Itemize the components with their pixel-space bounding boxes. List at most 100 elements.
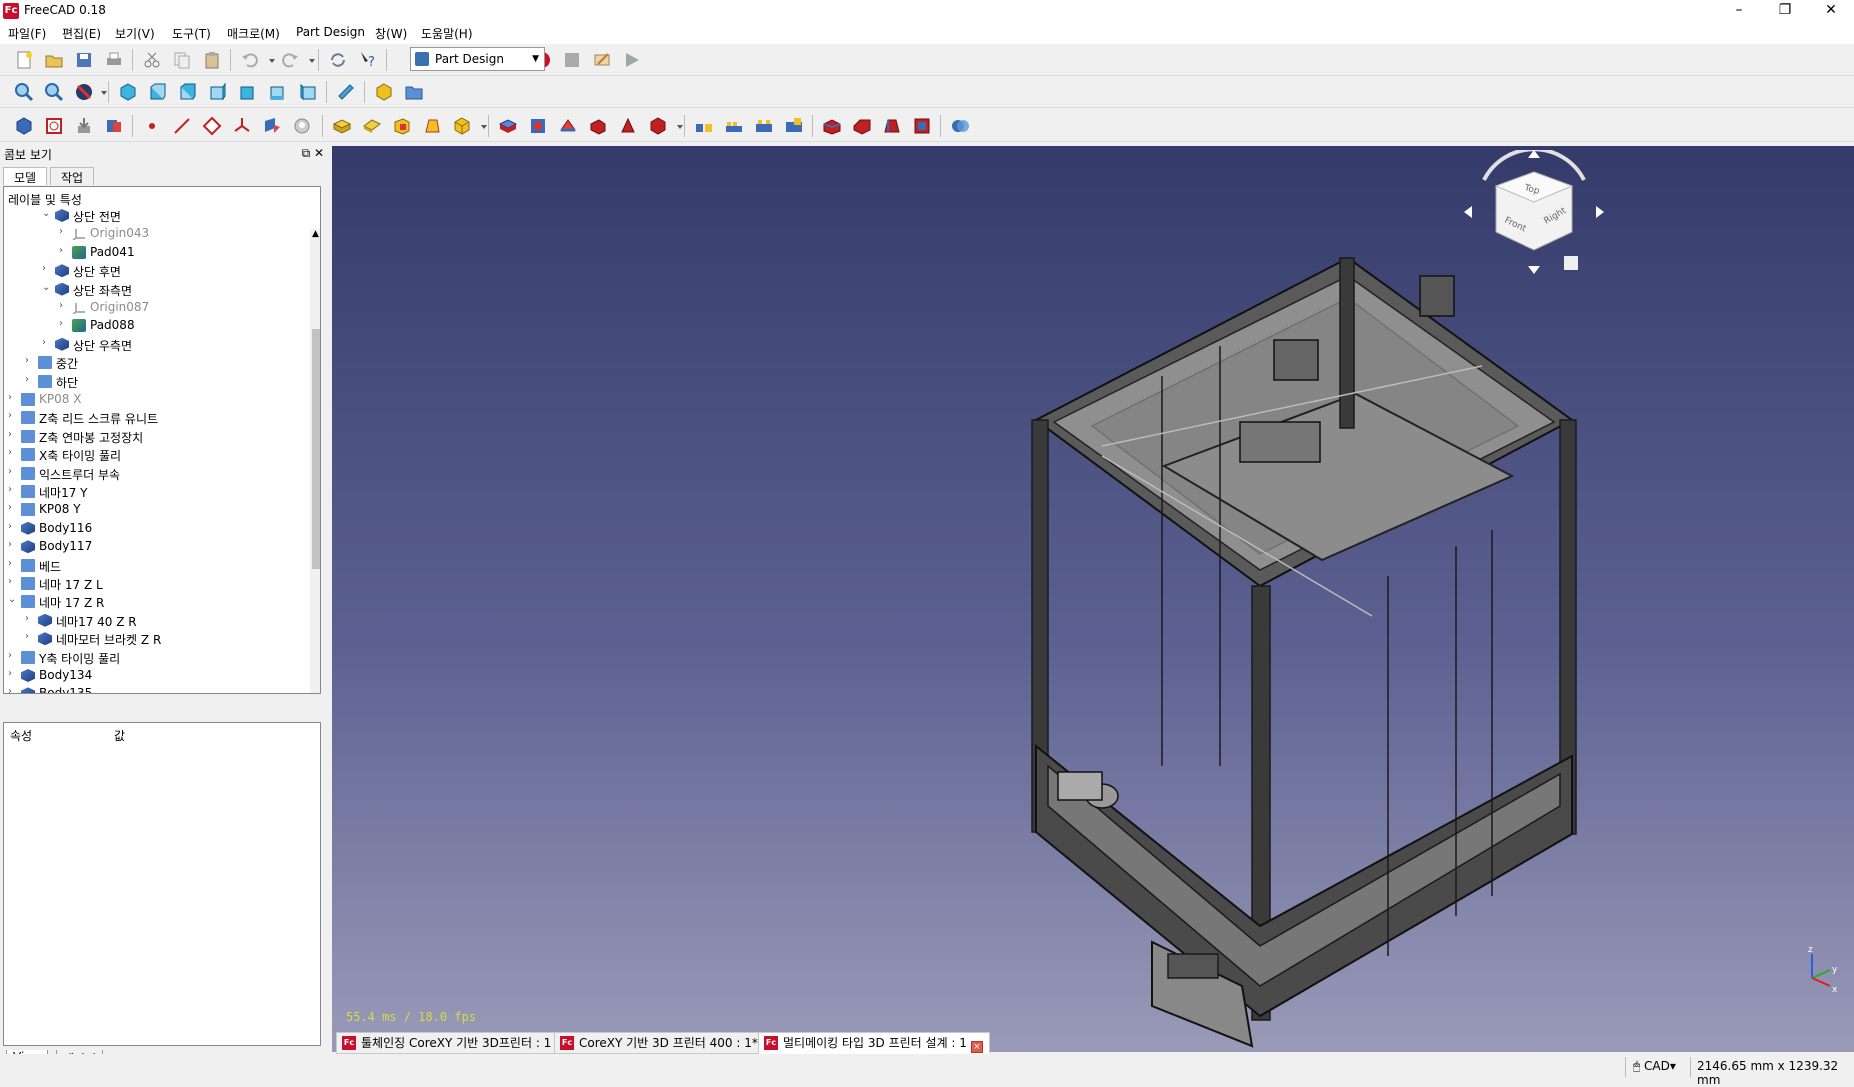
thickness-icon[interactable] (910, 114, 934, 138)
chevron-right-icon[interactable]: › (8, 447, 18, 458)
tab-tasks[interactable]: 작업 (50, 167, 95, 185)
chevron-right-icon[interactable]: › (42, 263, 52, 274)
chevron-right-icon[interactable]: › (59, 226, 69, 237)
chevron-right-icon[interactable]: › (8, 521, 18, 532)
view-right-icon[interactable] (206, 80, 230, 104)
pocket-feature-icon[interactable] (496, 114, 520, 138)
chevron-right-icon[interactable]: › (8, 466, 18, 477)
tree-item[interactable]: › Body116 (4, 520, 304, 538)
tree-item[interactable]: › Pad088 (4, 317, 304, 335)
tree-item[interactable]: › KP08 X (4, 391, 304, 409)
chevron-right-icon[interactable]: › (8, 392, 18, 403)
chevron-right-icon[interactable]: › (42, 337, 52, 348)
tree-item[interactable]: › KP08 Y (4, 501, 304, 519)
undo-icon[interactable] (238, 48, 262, 72)
view-rear-icon[interactable] (236, 80, 260, 104)
additive-primitive-dropdown-icon[interactable] (472, 114, 496, 138)
chevron-right-icon[interactable]: › (25, 613, 35, 624)
chevron-right-icon[interactable]: › (8, 650, 18, 661)
print-icon[interactable] (102, 48, 126, 72)
view-left-icon[interactable] (296, 80, 320, 104)
create-group-icon[interactable] (402, 80, 426, 104)
tree-item[interactable]: › Y축 타이밍 풀리 (4, 649, 304, 667)
chevron-right-icon[interactable]: › (8, 484, 18, 495)
measure-distance-icon[interactable] (334, 80, 358, 104)
menu-macro[interactable]: 매크로(M) (227, 25, 280, 42)
chevron-right-icon[interactable]: › (8, 502, 18, 513)
chevron-right-icon[interactable]: › (8, 576, 18, 587)
workbench-selector[interactable]: Part Design ▼ (410, 47, 545, 71)
chevron-right-icon[interactable]: › (25, 355, 35, 366)
validate-sketch-icon[interactable] (72, 114, 96, 138)
menu-view[interactable]: 보기(V) (115, 25, 155, 42)
redo-dropdown-icon[interactable] (300, 48, 324, 72)
additive-loft-icon[interactable] (420, 114, 444, 138)
mirrored-icon[interactable] (692, 114, 716, 138)
scroll-thumb[interactable] (312, 329, 320, 569)
macro-edit-icon[interactable] (590, 48, 614, 72)
menu-edit[interactable]: 편집(E) (62, 25, 101, 42)
boolean-icon[interactable] (948, 114, 972, 138)
menu-part-design[interactable]: Part Design (296, 25, 365, 39)
subtractive-primitive-dropdown-icon[interactable] (668, 114, 692, 138)
additive-primitive-icon[interactable] (450, 114, 474, 138)
pad-icon[interactable] (330, 114, 354, 138)
hole-icon[interactable] (526, 114, 550, 138)
whats-this-icon[interactable]: ? (356, 48, 380, 72)
navigation-cube[interactable]: Top Front Right (1464, 150, 1604, 280)
additive-pipe-icon[interactable] (390, 114, 414, 138)
copy-icon[interactable] (170, 48, 194, 72)
chevron-right-icon[interactable]: › (25, 631, 35, 642)
navigation-style-selector[interactable]: 🖱 CAD▾ (1633, 1059, 1676, 1074)
tree-item[interactable]: › Z축 리드 스크류 유니트 (4, 409, 304, 427)
groove-icon[interactable] (556, 114, 580, 138)
tree-item[interactable]: ⌄ 상단 좌측면 (4, 281, 304, 299)
datum-line-icon[interactable] (170, 114, 194, 138)
create-body-icon[interactable] (12, 114, 36, 138)
view-front-icon[interactable] (146, 80, 170, 104)
view-top-icon[interactable] (176, 80, 200, 104)
create-part-icon[interactable] (372, 80, 396, 104)
polar-pattern-icon[interactable] (752, 114, 776, 138)
map-sketch-icon[interactable] (102, 114, 126, 138)
doc-tab-2[interactable]: FcCoreXY 기반 3D 프린터 400 : 1*× (554, 1032, 781, 1054)
tree-item[interactable]: ⌄ 상단 전면 (4, 207, 304, 225)
tree-item[interactable]: › 상단 후면 (4, 262, 304, 280)
tree-item[interactable]: › 하단 (4, 373, 304, 391)
menu-help[interactable]: 도움말(H) (421, 25, 473, 42)
menu-window[interactable]: 창(W) (375, 25, 407, 42)
doc-tab-3[interactable]: Fc 멀티메이킹 타입 3D 프린터 설계 : 1 × (758, 1032, 990, 1054)
linear-pattern-icon[interactable] (722, 114, 746, 138)
fillet-icon[interactable] (820, 114, 844, 138)
chevron-right-icon[interactable]: › (8, 429, 18, 440)
tree-item[interactable]: › Origin087 (4, 299, 304, 317)
tree-item[interactable]: › Origin043 (4, 225, 304, 243)
chevron-right-icon[interactable]: › (8, 410, 18, 421)
chevron-down-icon[interactable]: ⌄ (42, 208, 52, 219)
paste-icon[interactable] (200, 48, 224, 72)
open-folder-icon[interactable] (42, 48, 66, 72)
fit-all-icon[interactable] (12, 80, 36, 104)
menu-file[interactable]: 파일(F) (8, 25, 46, 42)
model-tree[interactable]: 레이블 및 특성 ⌄ 상단 전면 › Origin043 › Pad041 › 상단 후면 ⌄ 상… (3, 186, 321, 694)
multi-transform-icon[interactable] (782, 114, 806, 138)
tree-scrollbar[interactable]: ▲ ▼ (310, 229, 320, 693)
chevron-down-icon[interactable]: ⌄ (42, 282, 52, 293)
chevron-right-icon[interactable]: › (8, 686, 18, 693)
chamfer-icon[interactable] (850, 114, 874, 138)
3d-viewport[interactable]: Top Front Right z y x 55.4 ms / 18.0 fps (332, 146, 1854, 1052)
tree-item[interactable]: › Pad041 (4, 244, 304, 262)
local-coordinate-system-icon[interactable] (230, 114, 254, 138)
subtractive-loft-icon[interactable] (616, 114, 640, 138)
panel-float-close-icon[interactable]: ⧉ ✕ (302, 146, 324, 161)
chevron-right-icon[interactable]: › (8, 668, 18, 679)
minimize-button[interactable]: – (1716, 0, 1762, 22)
chevron-right-icon[interactable]: › (59, 245, 69, 256)
chevron-right-icon[interactable]: › (8, 539, 18, 550)
tree-item[interactable]: › Body135 (4, 685, 304, 693)
printer-model[interactable] (332, 146, 1854, 1052)
view-bottom-icon[interactable] (266, 80, 290, 104)
doc-tab-1[interactable]: Fc툴체인징 CoreXY 기반 3D프린터 : 1× (336, 1032, 575, 1054)
tree-item[interactable]: › X축 타이밍 풀리 (4, 446, 304, 464)
create-sketch-icon[interactable] (42, 114, 66, 138)
